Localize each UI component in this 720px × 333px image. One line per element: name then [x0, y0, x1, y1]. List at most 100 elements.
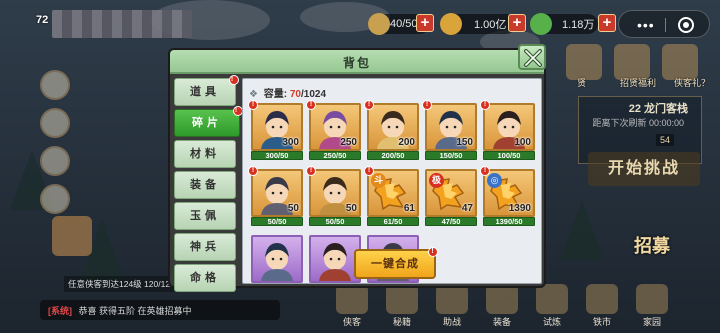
fragment-item[interactable]: 150 150/50! [422, 100, 477, 160]
item-quantity: 50 [287, 203, 299, 214]
nav-assist[interactable]: 助战 [432, 284, 472, 333]
fragment-item[interactable]: 斗 61 61/50! [364, 166, 419, 226]
add-stamina-button[interactable]: + [416, 14, 434, 32]
skills-icon [386, 284, 418, 314]
left-menu-shop-icon[interactable] [40, 70, 70, 100]
equipment-icon [486, 284, 518, 314]
fragment-item[interactable]: 50 50/50! [306, 166, 361, 226]
right-icon-3[interactable] [662, 44, 698, 80]
item-quantity: 100 [514, 137, 531, 148]
hero-portrait-icon: 300 [251, 103, 303, 151]
capacity-label: 容量: [263, 89, 288, 100]
item-quantity: 150 [456, 137, 473, 148]
task-progress-text[interactable]: 任意侠客到达124级 120/124 [64, 276, 174, 292]
nav-equipment[interactable]: 装备 [482, 284, 522, 333]
hero-portrait-icon: 100 [483, 103, 535, 151]
recruit-button[interactable]: 招募 [634, 232, 670, 258]
heroes-icon [336, 284, 368, 314]
tab-5[interactable]: 神兵 [174, 233, 236, 261]
right-label-2: 招贤福利 [619, 78, 656, 88]
fragment-icon: 斗 61 [367, 169, 419, 217]
gold-coin-icon [440, 13, 462, 35]
gold-display: 1.00亿 [440, 13, 516, 35]
nav-home[interactable]: 家园 [632, 284, 672, 333]
capacity-display: ❖ 容量: 70/1024 [249, 85, 326, 100]
right-icon-2[interactable] [614, 44, 650, 80]
left-menu-book-icon[interactable] [40, 184, 70, 214]
notification-badge: ! [306, 166, 316, 176]
bottom-nav: 侠客 秘籍 助战 装备 试炼 铁市 家园 [324, 284, 680, 333]
nav-trial[interactable]: 试炼 [532, 284, 572, 333]
merge-progress-bar: 50/50 [309, 217, 361, 226]
chat-message: 恭喜 获得五阶 在英雄招募中 [78, 306, 192, 316]
home-icon [636, 284, 668, 314]
merge-progress-bar: 50/50 [251, 217, 303, 226]
hero-portrait-icon [251, 235, 303, 283]
fragment-item[interactable]: 50 50/50! [248, 166, 303, 226]
tab-6[interactable]: 命格 [174, 264, 236, 292]
hero-portrait-icon: 250 [309, 103, 361, 151]
fragment-item[interactable]: 300 300/50! [248, 100, 303, 160]
hero-portrait-icon: 150 [425, 103, 477, 151]
right-icon-1[interactable] [566, 44, 602, 80]
merge-progress-bar: 100/50 [483, 151, 535, 160]
bag-tabs: 道具! 碎片! 材料装备玉佩神兵命格 [174, 75, 243, 295]
right-top-icons [566, 44, 698, 80]
stamina-icon [368, 13, 390, 35]
fragment-item[interactable] [251, 235, 303, 283]
right-label-3: 侠客礼？ [673, 78, 710, 88]
tab-4[interactable]: 玉佩 [174, 202, 236, 230]
item-quantity: 1390 [508, 203, 531, 214]
capacity-used: 70 [289, 89, 301, 100]
notification-badge: ! [422, 100, 432, 110]
more-menu-icon[interactable]: ••• [637, 18, 655, 32]
item-quantity: 50 [345, 203, 357, 214]
tab-2[interactable]: 材料 [174, 140, 236, 168]
fragment-item[interactable]: 100 100/50! [480, 100, 535, 160]
fragment-type-icon: 斗 [371, 173, 386, 188]
inn-refresh-timer: 距离下次刷新 00:00:00 [592, 118, 684, 128]
item-quantity: 200 [398, 137, 415, 148]
hero-portrait-icon: 50 [251, 169, 303, 217]
add-gold-button[interactable]: + [508, 14, 526, 32]
one-click-merge-button[interactable]: 一键合成 ! [354, 247, 438, 279]
assist-icon [436, 284, 468, 314]
merge-progress-bar: 1390/50 [483, 217, 535, 226]
notification-badge: ! [428, 247, 438, 257]
close-miniprogram-icon[interactable] [678, 17, 694, 33]
item-quantity: 300 [282, 137, 299, 148]
fragment-item[interactable]: 250 250/50! [306, 100, 361, 160]
fragment-item[interactable]: 200 200/50! [364, 100, 419, 160]
gift-pack-icon[interactable] [52, 216, 92, 256]
tab-0[interactable]: 道具! [174, 75, 239, 106]
close-button[interactable] [518, 44, 546, 70]
left-menu-event-icon[interactable] [40, 108, 70, 138]
close-icon [524, 49, 542, 67]
nav-skills[interactable]: 秘籍 [382, 284, 422, 333]
blurred-player-name [52, 10, 192, 38]
notification-badge: ! [306, 100, 316, 110]
item-quantity: 250 [340, 137, 357, 148]
dialog-header: 背包 [170, 50, 544, 74]
left-menu-rank-icon[interactable] [40, 146, 70, 176]
fragment-item[interactable]: ◎ 1390 1390/50! [480, 166, 535, 226]
start-challenge-button[interactable]: 开始挑战 [588, 152, 700, 186]
merge-progress-bar: 150/50 [425, 151, 477, 160]
notification-badge: ! [248, 100, 258, 110]
notification-badge: ! [248, 166, 258, 176]
jade-icon [530, 13, 552, 35]
fragment-item[interactable]: 极 47 47/50 [425, 169, 477, 226]
add-jade-button[interactable]: + [598, 14, 616, 32]
notification-badge: ! [480, 166, 490, 176]
chat-bar[interactable]: [系统] 恭喜 获得五阶 在英雄招募中 [40, 300, 280, 320]
nav-heroes[interactable]: 侠客 [332, 284, 372, 333]
nav-market[interactable]: 铁市 [582, 284, 622, 333]
fragment-type-icon: ◎ [487, 173, 502, 188]
bag-dialog: 背包 道具! 碎片! 材料装备玉佩神兵命格 ❖ 容量: 70/1024 300 300… [168, 44, 546, 292]
tab-1[interactable]: 碎片! [174, 106, 243, 137]
trial-icon [536, 284, 568, 314]
player-level: 72 [36, 14, 49, 26]
tab-3[interactable]: 装备 [174, 171, 236, 199]
inn-count: 54 [655, 134, 674, 146]
notification-badge: ! [480, 100, 490, 110]
